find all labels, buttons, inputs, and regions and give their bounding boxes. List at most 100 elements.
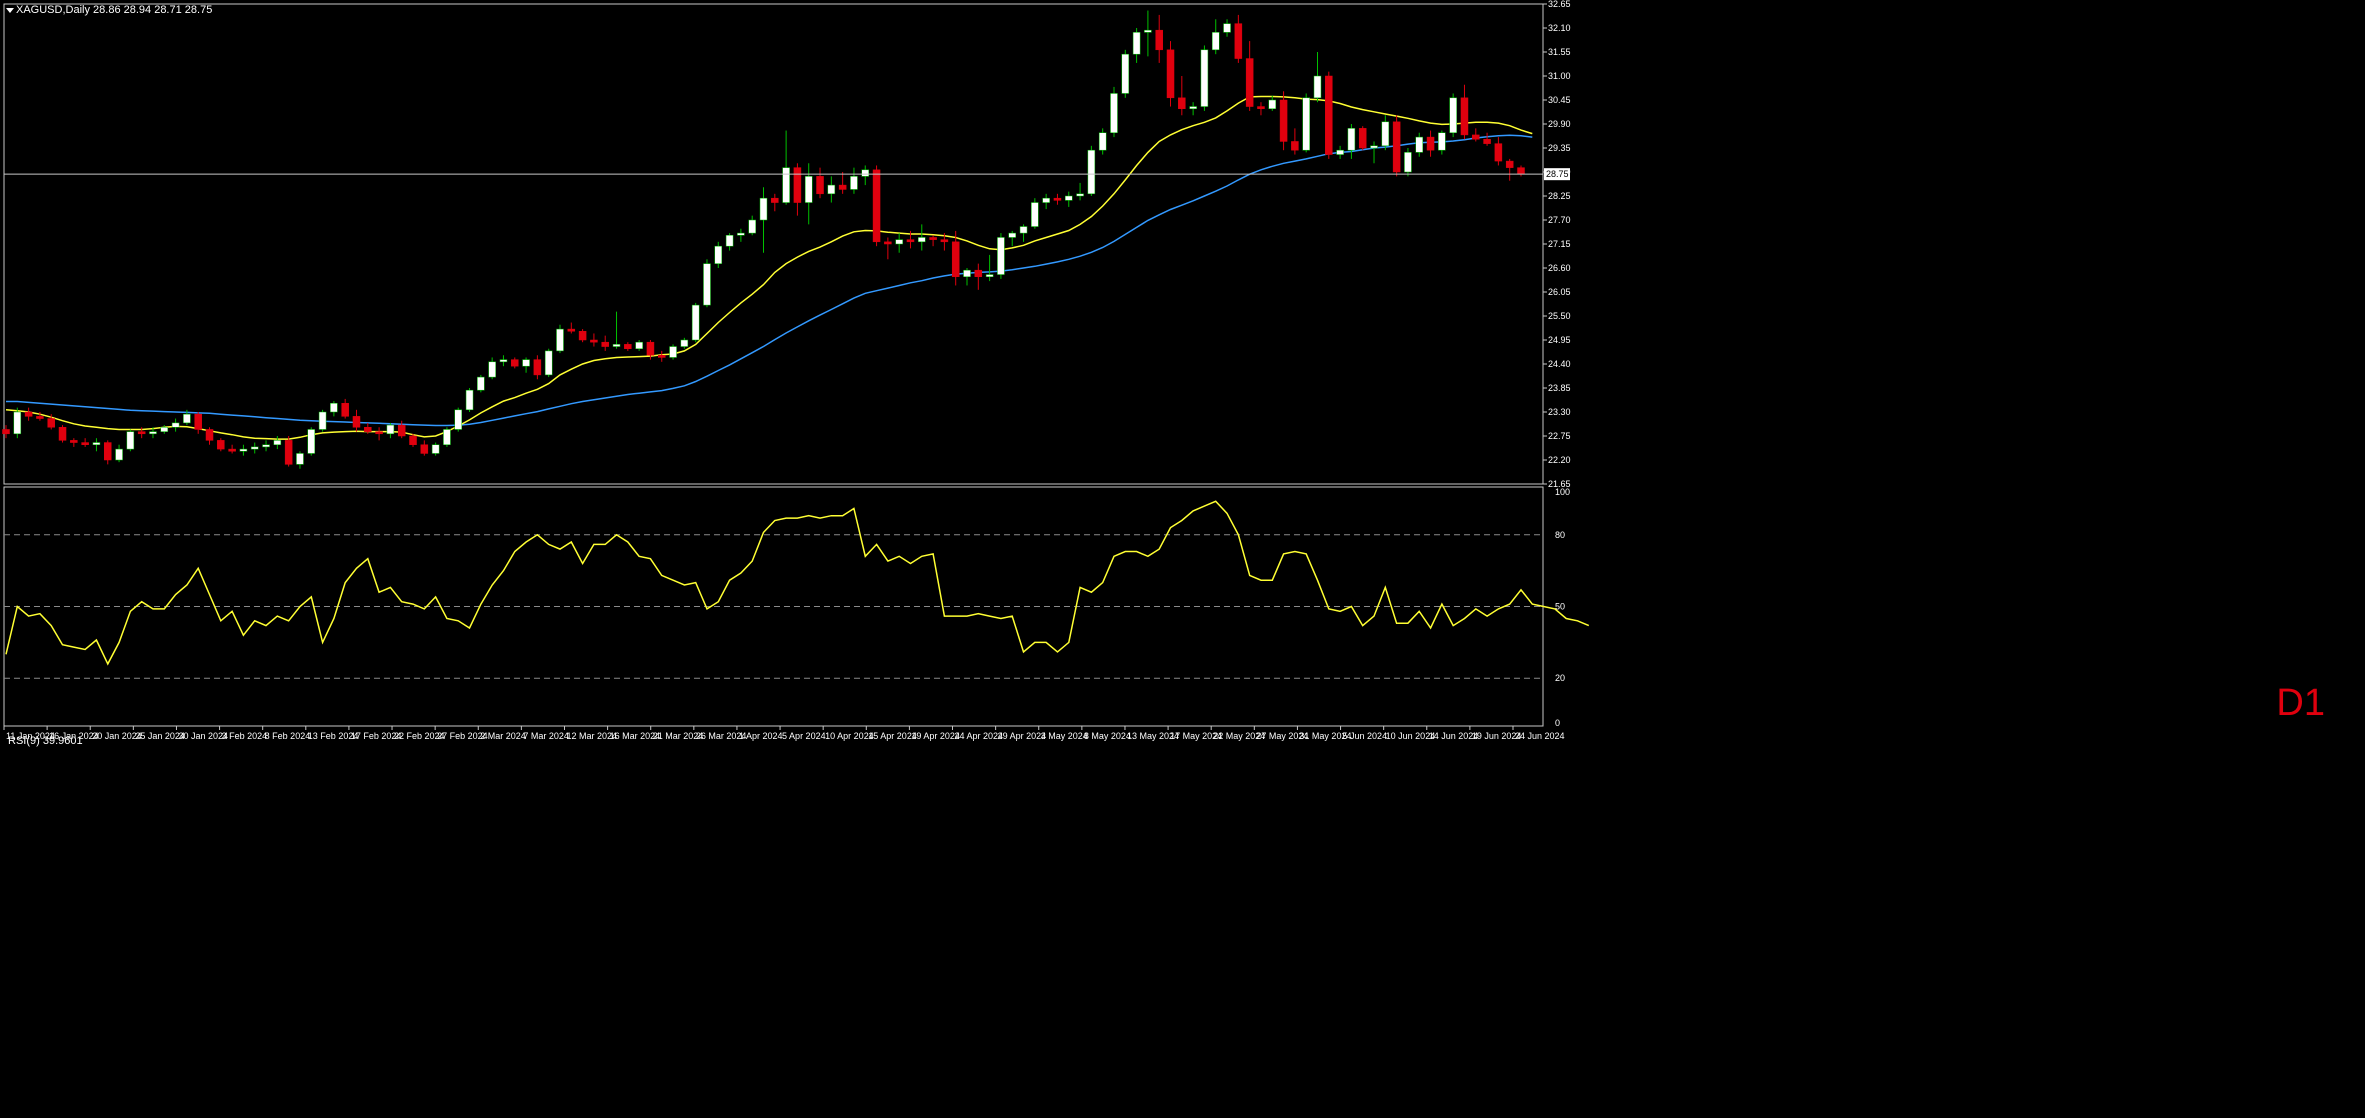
candle-body [1110,93,1118,133]
candle-body [1008,232,1016,238]
date-axis-label: 14 Jun 2024 [1429,731,1479,741]
candle [477,374,485,393]
candle [511,357,519,369]
candle-body [1415,136,1424,153]
candlesticks [2,10,1525,469]
candle-body [420,444,429,454]
candle [533,355,542,380]
rsi-axis-label: 20 [1555,673,1565,683]
candle [1110,86,1118,138]
candle [228,444,236,454]
candle-body [149,431,157,435]
candle-body [1381,121,1390,147]
price-axis-label: 26.60 [1548,263,1571,273]
candle-body [386,424,395,435]
candle [624,342,632,351]
candle-body [364,427,372,432]
date-axis-label: 5 Jun 2024 [1343,731,1388,741]
candle [307,427,316,456]
candle-body [137,431,146,435]
candle-body [273,440,282,445]
candle [1415,132,1424,157]
candle-body [1178,97,1186,109]
candle [680,337,689,349]
date-axis-label: 29 Apr 2024 [998,731,1047,741]
candle [1325,71,1333,159]
date-axis-label: 30 Jan 2024 [178,731,228,741]
price-chart[interactable]: 32.6532.1031.5531.0030.4529.9029.3528.80… [0,0,2365,1118]
ohlc-readout: 28.86 28.94 28.71 28.75 [93,4,213,16]
price-axis-label: 29.90 [1548,119,1571,129]
candle-body [906,239,915,243]
candle-body [183,413,191,424]
candle [691,302,700,343]
candle-body [567,328,576,332]
candle [918,224,926,251]
candle [522,357,530,373]
candle-body [827,184,836,195]
candle [1370,141,1378,164]
candle [985,254,994,282]
candle [81,438,89,447]
date-axis-label: 7 Mar 2024 [523,731,569,741]
price-axis-label: 30.45 [1548,95,1571,105]
candle [1065,191,1073,207]
candle [1132,28,1141,63]
candle-body [352,416,361,428]
candle [861,165,870,186]
candle-body [1155,29,1163,51]
candle-body [1472,134,1480,140]
ma-slow-line [6,134,1533,427]
candle-body [940,239,949,243]
candle-body [36,416,44,419]
candle-body [737,232,745,236]
candle-body [816,176,824,195]
candle [1426,130,1435,157]
candle [1121,49,1130,98]
candle-body [612,344,621,347]
candle [1144,10,1152,57]
candle-body [680,339,689,347]
candle [725,233,734,251]
candle [126,429,135,452]
candle [1449,93,1457,138]
candle [1245,41,1254,111]
candle [1472,128,1480,142]
candle-body [1087,149,1096,195]
candle [838,172,847,194]
candle [318,409,327,432]
candle-body [341,403,349,417]
candle [273,436,282,450]
date-axis-label: 20 Jan 2024 [92,731,142,741]
candle [782,130,790,205]
candle [544,348,553,378]
candle-body [590,339,598,343]
date-axis-label: 3 Feb 2024 [222,731,268,741]
candle [895,233,903,253]
candle-body [793,167,802,203]
candle-body [714,245,723,264]
candle-body [1347,128,1356,151]
candle-body [997,237,1005,275]
candle-body [918,237,926,243]
panel-collapse-icon[interactable] [6,8,14,13]
candle [13,407,22,439]
candle [1076,182,1084,201]
date-axis-label: 8 May 2024 [1084,731,1131,741]
candle-body [499,359,508,363]
candle-body [771,197,779,203]
candle [997,233,1005,279]
candle-body [103,442,112,461]
candle-body [217,440,225,450]
candle-body [1438,132,1446,151]
candle-body [1302,97,1310,151]
candle [1438,130,1446,155]
candle-body [1121,53,1130,94]
candle [1494,137,1503,166]
candle [250,442,259,454]
candle [386,422,395,439]
rsi-title: RSI(9) 39.9601 [8,735,83,747]
candle-body [228,448,236,452]
candle-body [160,427,169,432]
candle [771,193,779,212]
